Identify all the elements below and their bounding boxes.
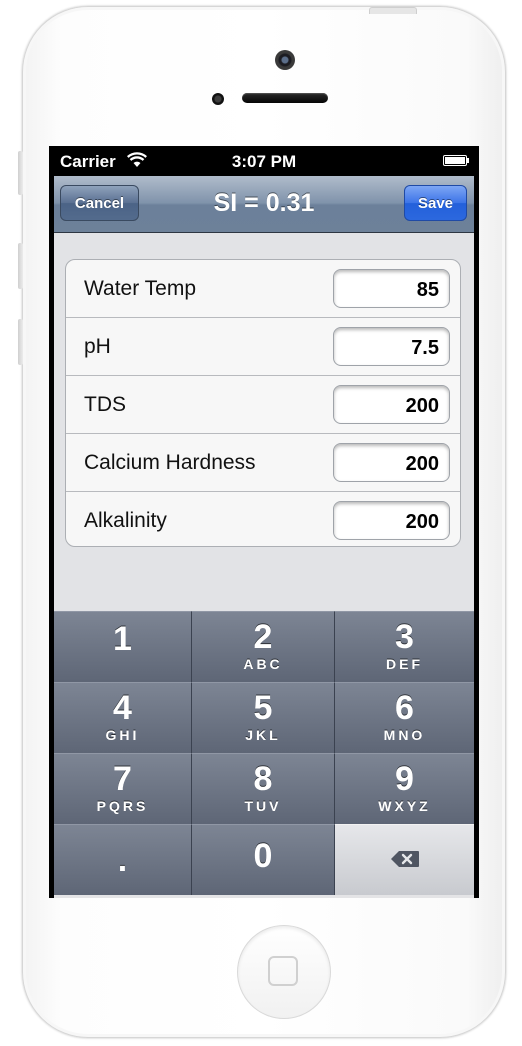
key-8-letters: TUV: [244, 798, 282, 814]
calcium-hardness-field[interactable]: 200: [333, 443, 450, 482]
key-2-letters: ABC: [243, 656, 283, 672]
screen: Carrier 3:07 PM Cancel SI = 0.31 Save Wa…: [49, 146, 479, 898]
key-7-digit: 7: [113, 760, 132, 798]
key-4[interactable]: 4 GHI: [54, 682, 192, 753]
key-2[interactable]: 2 ABC: [192, 611, 335, 682]
numeric-keypad: 1 2 ABC 3 DEF 4 GHI 5 JKL 6 MNO 7 PQRS 8…: [54, 611, 474, 895]
backspace-icon: [391, 851, 419, 867]
key-0[interactable]: 0: [192, 824, 335, 895]
app-view: Carrier 3:07 PM Cancel SI = 0.31 Save Wa…: [54, 146, 474, 898]
row-ph: pH 7.5: [66, 318, 460, 376]
key-7[interactable]: 7 PQRS: [54, 753, 192, 824]
key-8-digit: 8: [253, 760, 273, 798]
key-9-letters: WXYZ: [378, 798, 431, 814]
volume-up-button: [18, 243, 23, 289]
proximity-sensor: [212, 93, 224, 105]
key-2-digit: 2: [253, 618, 273, 656]
tds-field[interactable]: 200: [333, 385, 450, 424]
row-water-temp: Water Temp 85: [66, 260, 460, 318]
status-bar: Carrier 3:07 PM: [54, 146, 474, 176]
key-8[interactable]: 8 TUV: [192, 753, 335, 824]
key-6[interactable]: 6 MNO: [335, 682, 474, 753]
home-square-icon: [268, 956, 298, 986]
key-decimal[interactable]: .: [54, 824, 192, 895]
battery-tip: [467, 158, 469, 163]
delete-key[interactable]: [335, 824, 474, 895]
key-3[interactable]: 3 DEF: [335, 611, 474, 682]
key-6-letters: MNO: [383, 727, 426, 743]
form-area: Water Temp 85 pH 7.5 TDS 200 Calcium Har…: [54, 233, 474, 611]
key-5-digit: 5: [253, 689, 273, 727]
tds-label: TDS: [84, 393, 126, 416]
earpiece-speaker: [242, 93, 328, 103]
power-button: [369, 7, 417, 14]
key-4-digit: 4: [113, 689, 132, 727]
input-table: Water Temp 85 pH 7.5 TDS 200 Calcium Har…: [65, 259, 461, 547]
row-calcium-hardness: Calcium Hardness 200: [66, 434, 460, 492]
key-decimal-digit: .: [117, 841, 128, 879]
key-9-digit: 9: [395, 760, 414, 798]
status-time: 3:07 PM: [231, 152, 297, 171]
alkalinity-field[interactable]: 200: [333, 501, 450, 540]
mute-switch: [18, 151, 23, 195]
key-3-letters: DEF: [386, 656, 423, 672]
row-alkalinity: Alkalinity 200: [66, 492, 460, 546]
battery-icon: [443, 155, 467, 166]
key-0-digit: 0: [253, 837, 273, 875]
key-1-digit: 1: [113, 620, 132, 658]
water-temp-field[interactable]: 85: [333, 269, 450, 308]
home-button[interactable]: [237, 925, 331, 1019]
key-6-digit: 6: [395, 689, 414, 727]
key-3-digit: 3: [395, 618, 414, 656]
alkalinity-label: Alkalinity: [84, 509, 167, 532]
volume-down-button: [18, 319, 23, 365]
key-5-letters: JKL: [245, 727, 281, 743]
key-4-letters: GHI: [105, 727, 140, 743]
ph-field[interactable]: 7.5: [333, 327, 450, 366]
row-tds: TDS 200: [66, 376, 460, 434]
save-button[interactable]: Save: [404, 185, 467, 221]
front-camera: [275, 50, 295, 70]
ph-label: pH: [84, 335, 111, 358]
key-9[interactable]: 9 WXYZ: [335, 753, 474, 824]
key-1[interactable]: 1: [54, 611, 192, 682]
calcium-hardness-label: Calcium Hardness: [84, 451, 256, 474]
key-7-letters: PQRS: [96, 798, 149, 814]
navigation-bar: Cancel SI = 0.31 Save: [54, 176, 474, 233]
key-5[interactable]: 5 JKL: [192, 682, 335, 753]
water-temp-label: Water Temp: [84, 277, 197, 300]
